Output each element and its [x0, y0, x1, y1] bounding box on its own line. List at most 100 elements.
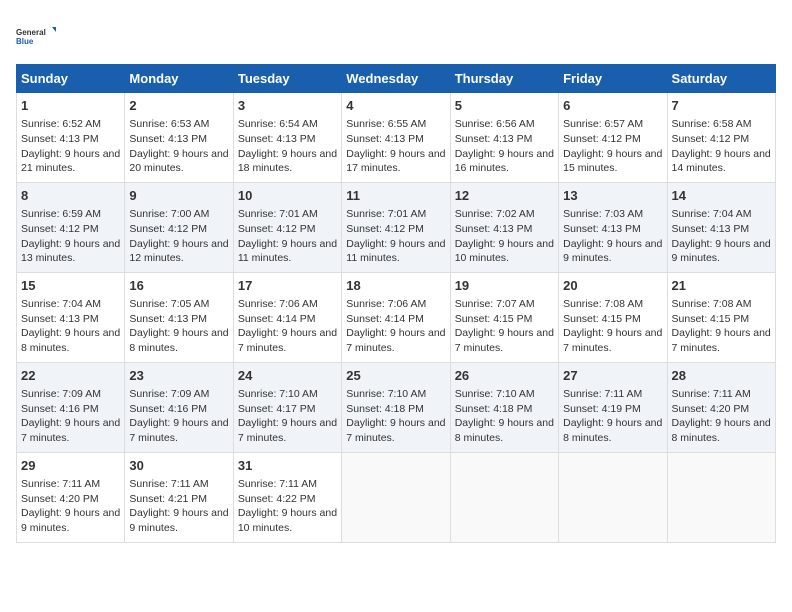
day-number: 7: [672, 97, 771, 115]
day-cell: 10 Sunrise: 7:01 AM Sunset: 4:12 PM Dayl…: [233, 182, 341, 272]
day-number: 31: [238, 457, 337, 475]
day-cell: 5 Sunrise: 6:56 AM Sunset: 4:13 PM Dayli…: [450, 93, 558, 183]
sunset-label: Sunset: 4:12 PM: [238, 223, 316, 235]
sunrise-label: Sunrise: 7:08 AM: [563, 298, 643, 310]
sunrise-label: Sunrise: 7:05 AM: [129, 298, 209, 310]
sunset-label: Sunset: 4:16 PM: [21, 403, 99, 415]
day-cell: [450, 452, 558, 542]
day-number: 19: [455, 277, 554, 295]
day-cell: 20 Sunrise: 7:08 AM Sunset: 4:15 PM Dayl…: [559, 272, 667, 362]
day-cell: 30 Sunrise: 7:11 AM Sunset: 4:21 PM Dayl…: [125, 452, 233, 542]
day-cell: 8 Sunrise: 6:59 AM Sunset: 4:12 PM Dayli…: [17, 182, 125, 272]
sunrise-label: Sunrise: 7:09 AM: [21, 388, 101, 400]
sunset-label: Sunset: 4:12 PM: [129, 223, 207, 235]
daylight-label: Daylight: 9 hours and 10 minutes.: [238, 507, 337, 534]
sunset-label: Sunset: 4:13 PM: [238, 133, 316, 145]
daylight-label: Daylight: 9 hours and 9 minutes.: [672, 238, 771, 265]
day-cell: 26 Sunrise: 7:10 AM Sunset: 4:18 PM Dayl…: [450, 362, 558, 452]
sunset-label: Sunset: 4:20 PM: [21, 493, 99, 505]
day-number: 18: [346, 277, 445, 295]
day-number: 23: [129, 367, 228, 385]
sunset-label: Sunset: 4:15 PM: [455, 313, 533, 325]
day-number: 28: [672, 367, 771, 385]
col-header-wednesday: Wednesday: [342, 65, 450, 93]
week-row-4: 22 Sunrise: 7:09 AM Sunset: 4:16 PM Dayl…: [17, 362, 776, 452]
daylight-label: Daylight: 9 hours and 9 minutes.: [21, 507, 120, 534]
sunset-label: Sunset: 4:12 PM: [563, 133, 641, 145]
day-number: 4: [346, 97, 445, 115]
daylight-label: Daylight: 9 hours and 16 minutes.: [455, 148, 554, 175]
sunrise-label: Sunrise: 6:58 AM: [672, 118, 752, 130]
day-number: 1: [21, 97, 120, 115]
svg-text:Blue: Blue: [16, 37, 34, 46]
col-header-saturday: Saturday: [667, 65, 775, 93]
day-number: 2: [129, 97, 228, 115]
daylight-label: Daylight: 9 hours and 21 minutes.: [21, 148, 120, 175]
day-number: 11: [346, 187, 445, 205]
day-number: 24: [238, 367, 337, 385]
day-number: 8: [21, 187, 120, 205]
sunrise-label: Sunrise: 7:01 AM: [346, 208, 426, 220]
sunset-label: Sunset: 4:13 PM: [346, 133, 424, 145]
daylight-label: Daylight: 9 hours and 8 minutes.: [563, 417, 662, 444]
day-cell: 21 Sunrise: 7:08 AM Sunset: 4:15 PM Dayl…: [667, 272, 775, 362]
sunset-label: Sunset: 4:13 PM: [129, 133, 207, 145]
daylight-label: Daylight: 9 hours and 13 minutes.: [21, 238, 120, 265]
sunrise-label: Sunrise: 7:11 AM: [21, 478, 100, 490]
sunset-label: Sunset: 4:12 PM: [672, 133, 750, 145]
day-cell: [559, 452, 667, 542]
sunset-label: Sunset: 4:17 PM: [238, 403, 316, 415]
sunrise-label: Sunrise: 7:06 AM: [238, 298, 318, 310]
day-cell: 3 Sunrise: 6:54 AM Sunset: 4:13 PM Dayli…: [233, 93, 341, 183]
daylight-label: Daylight: 9 hours and 8 minutes.: [21, 327, 120, 354]
sunrise-label: Sunrise: 7:00 AM: [129, 208, 209, 220]
day-number: 16: [129, 277, 228, 295]
day-number: 12: [455, 187, 554, 205]
daylight-label: Daylight: 9 hours and 9 minutes.: [129, 507, 228, 534]
day-cell: 4 Sunrise: 6:55 AM Sunset: 4:13 PM Dayli…: [342, 93, 450, 183]
logo-svg: General Blue: [16, 16, 56, 56]
week-row-1: 1 Sunrise: 6:52 AM Sunset: 4:13 PM Dayli…: [17, 93, 776, 183]
daylight-label: Daylight: 9 hours and 15 minutes.: [563, 148, 662, 175]
col-header-monday: Monday: [125, 65, 233, 93]
sunrise-label: Sunrise: 7:07 AM: [455, 298, 535, 310]
col-header-friday: Friday: [559, 65, 667, 93]
daylight-label: Daylight: 9 hours and 7 minutes.: [672, 327, 771, 354]
day-cell: [342, 452, 450, 542]
daylight-label: Daylight: 9 hours and 8 minutes.: [455, 417, 554, 444]
sunrise-label: Sunrise: 6:55 AM: [346, 118, 426, 130]
svg-text:General: General: [16, 28, 46, 37]
sunset-label: Sunset: 4:19 PM: [563, 403, 641, 415]
sunrise-label: Sunrise: 7:08 AM: [672, 298, 752, 310]
sunrise-label: Sunrise: 7:11 AM: [129, 478, 208, 490]
sunrise-label: Sunrise: 7:02 AM: [455, 208, 535, 220]
logo: General Blue: [16, 16, 56, 56]
day-cell: 15 Sunrise: 7:04 AM Sunset: 4:13 PM Dayl…: [17, 272, 125, 362]
sunset-label: Sunset: 4:12 PM: [21, 223, 99, 235]
sunrise-label: Sunrise: 7:11 AM: [672, 388, 751, 400]
day-number: 20: [563, 277, 662, 295]
day-number: 27: [563, 367, 662, 385]
sunrise-label: Sunrise: 7:04 AM: [672, 208, 752, 220]
day-cell: 17 Sunrise: 7:06 AM Sunset: 4:14 PM Dayl…: [233, 272, 341, 362]
day-number: 25: [346, 367, 445, 385]
sunset-label: Sunset: 4:22 PM: [238, 493, 316, 505]
day-cell: 24 Sunrise: 7:10 AM Sunset: 4:17 PM Dayl…: [233, 362, 341, 452]
day-cell: 6 Sunrise: 6:57 AM Sunset: 4:12 PM Dayli…: [559, 93, 667, 183]
daylight-label: Daylight: 9 hours and 7 minutes.: [346, 417, 445, 444]
day-number: 3: [238, 97, 337, 115]
day-number: 17: [238, 277, 337, 295]
daylight-label: Daylight: 9 hours and 8 minutes.: [129, 327, 228, 354]
day-cell: [667, 452, 775, 542]
sunset-label: Sunset: 4:14 PM: [346, 313, 424, 325]
sunset-label: Sunset: 4:12 PM: [346, 223, 424, 235]
sunrise-label: Sunrise: 6:59 AM: [21, 208, 101, 220]
day-number: 14: [672, 187, 771, 205]
sunrise-label: Sunrise: 7:10 AM: [238, 388, 318, 400]
sunrise-label: Sunrise: 7:11 AM: [238, 478, 317, 490]
sunset-label: Sunset: 4:13 PM: [672, 223, 750, 235]
day-cell: 29 Sunrise: 7:11 AM Sunset: 4:20 PM Dayl…: [17, 452, 125, 542]
daylight-label: Daylight: 9 hours and 7 minutes.: [238, 327, 337, 354]
sunrise-label: Sunrise: 7:01 AM: [238, 208, 318, 220]
day-cell: 12 Sunrise: 7:02 AM Sunset: 4:13 PM Dayl…: [450, 182, 558, 272]
